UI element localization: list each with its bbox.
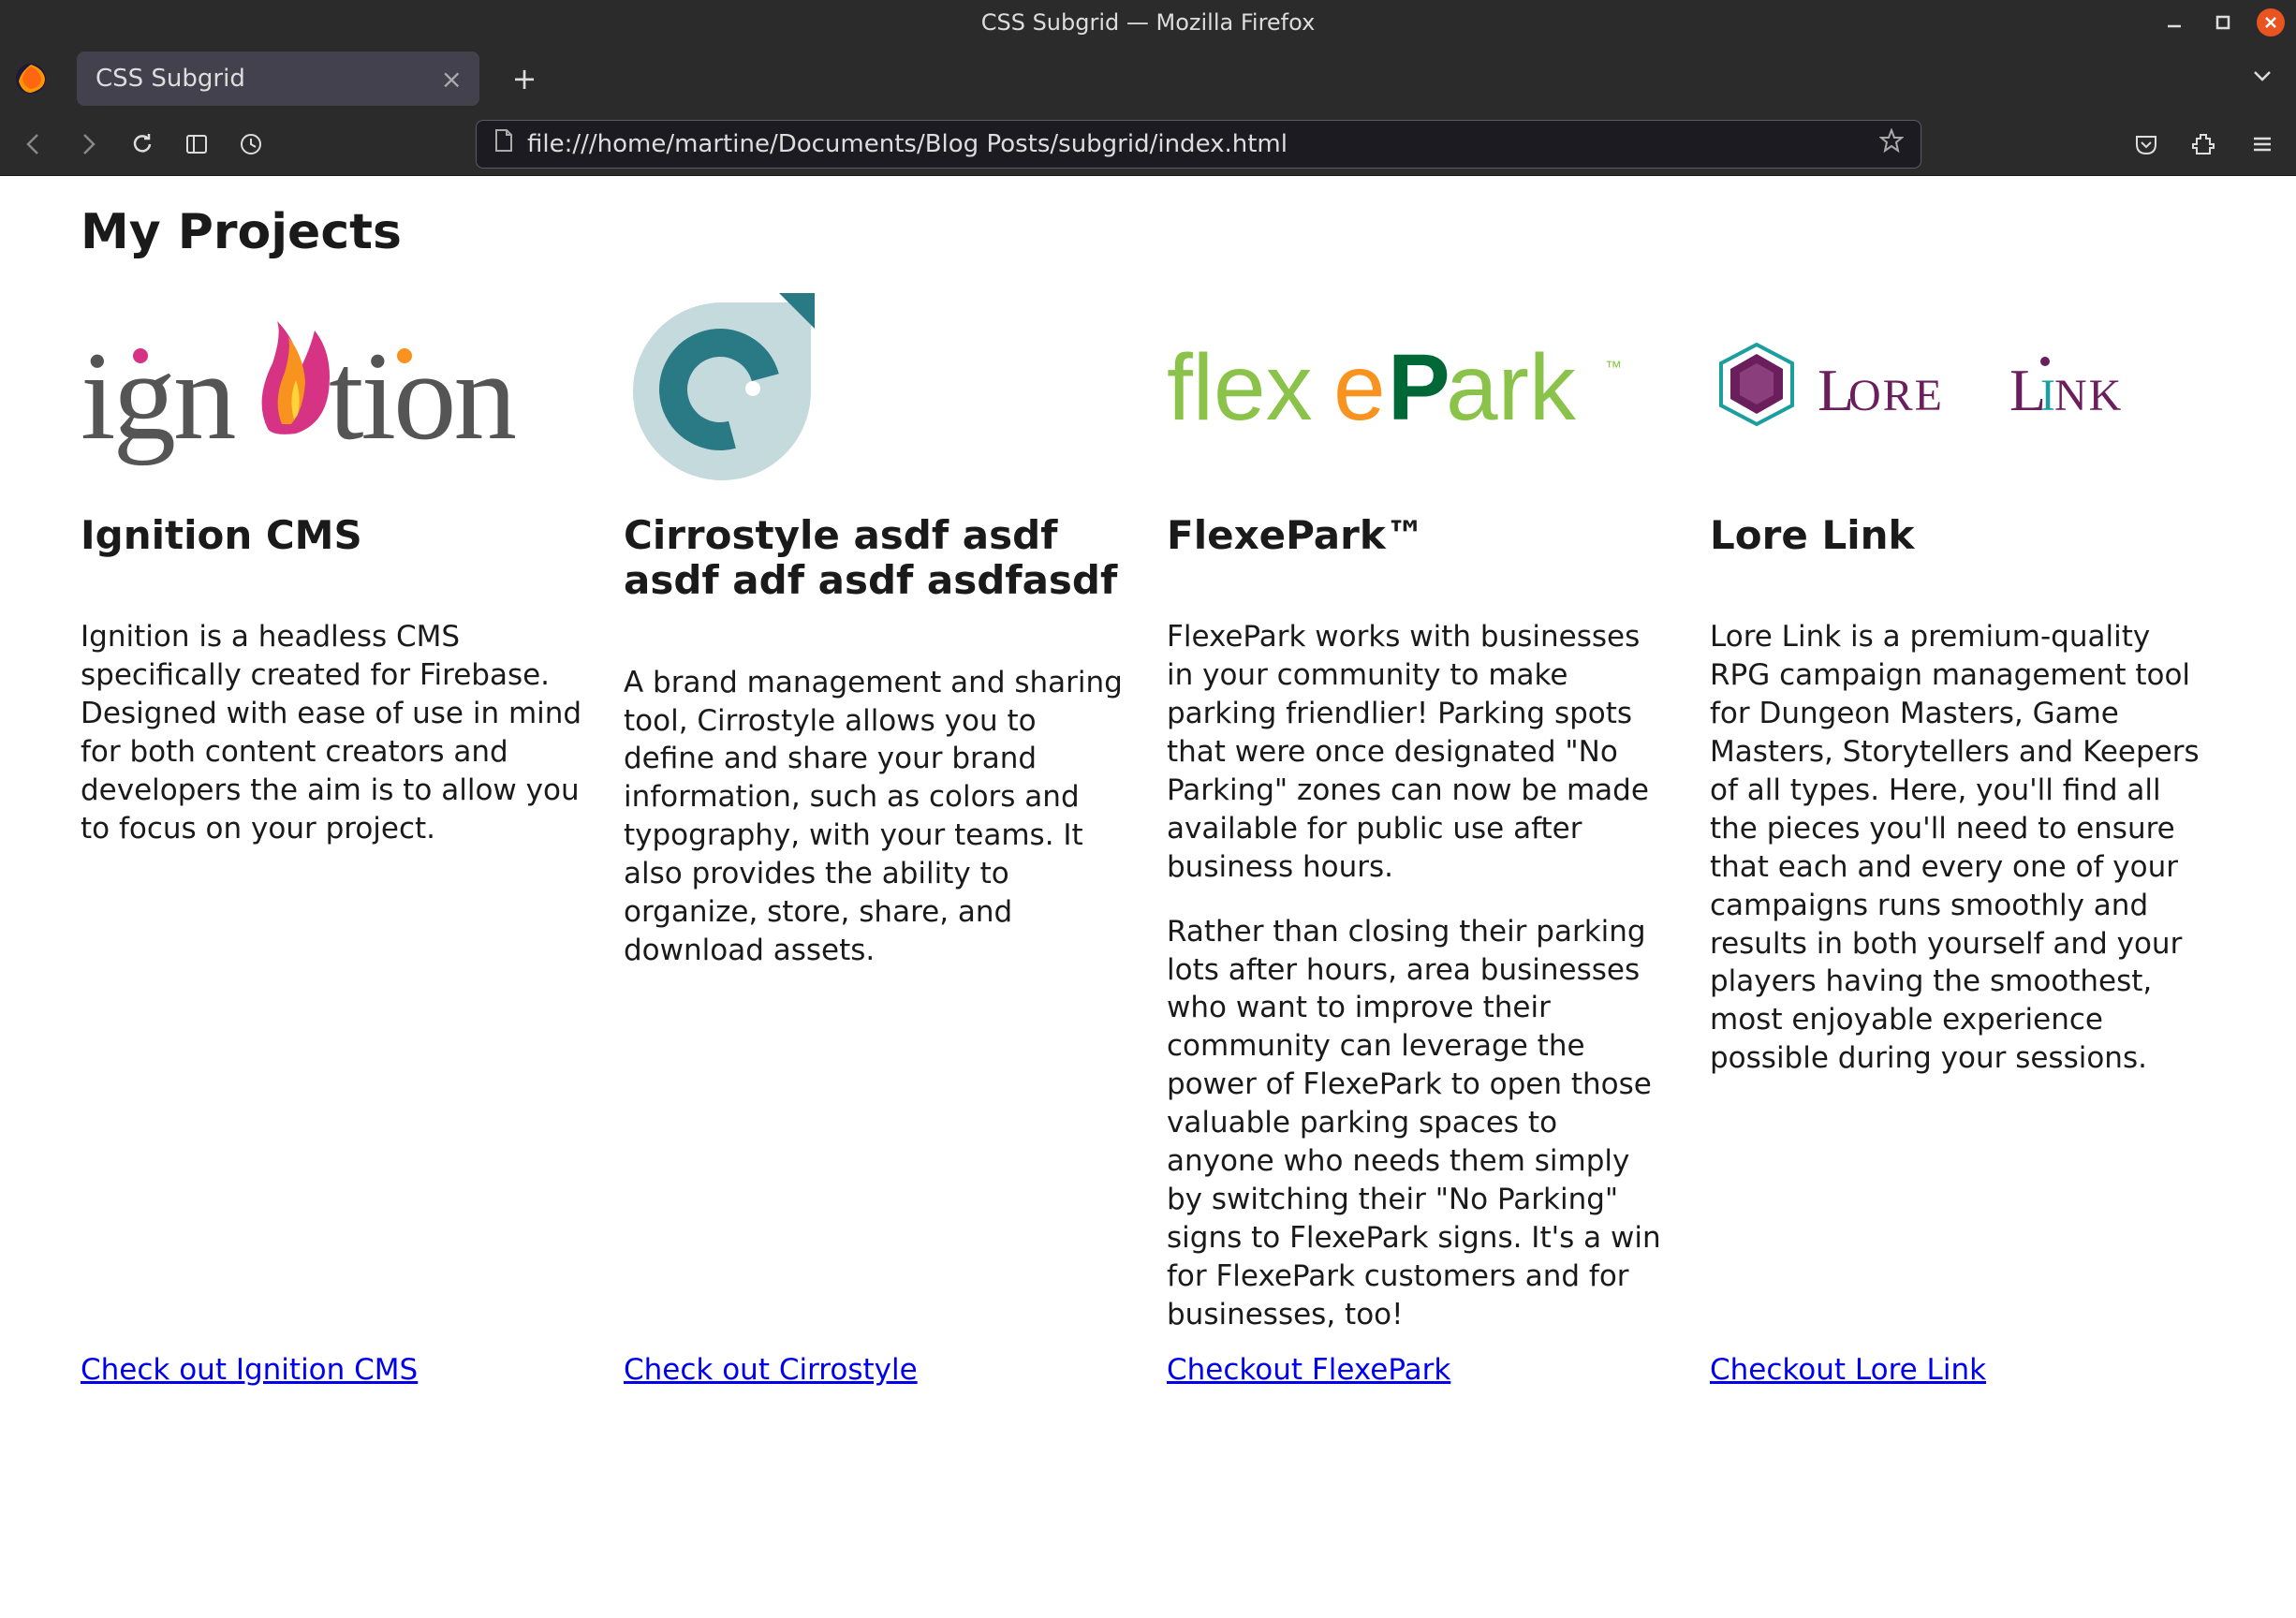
cirrostyle-logo bbox=[624, 288, 1129, 494]
svg-text:ign: ign bbox=[81, 327, 235, 466]
project-description: FlexePark works with businesses in your … bbox=[1167, 577, 1672, 1333]
svg-text:flex: flex bbox=[1167, 335, 1313, 440]
project-title: Lore Link bbox=[1710, 513, 2215, 558]
app-menu-button[interactable] bbox=[2245, 127, 2279, 161]
project-title: Ignition CMS bbox=[81, 513, 586, 558]
project-link-cirrostyle[interactable]: Check out Cirrostyle bbox=[624, 1353, 1129, 1387]
close-button[interactable] bbox=[2257, 8, 2285, 37]
project-card-lorelink: L ORE L I NK Lore Link Lore Link is a pr… bbox=[1710, 288, 2215, 1387]
svg-text:NK: NK bbox=[2054, 371, 2123, 420]
project-card-cirrostyle: Cirrostyle asdf asdf asdf adf asdf asdfa… bbox=[624, 288, 1129, 1387]
toolbar-right bbox=[2129, 127, 2279, 161]
browser-tab[interactable]: CSS Subgrid × bbox=[77, 51, 479, 106]
file-icon bbox=[493, 128, 514, 159]
project-link-ignition[interactable]: Check out Ignition CMS bbox=[81, 1353, 586, 1387]
project-title: Cirrostyle asdf asdf asdf adf asdf asdfa… bbox=[624, 513, 1129, 604]
svg-text:™: ™ bbox=[1605, 358, 1622, 376]
project-card-ignition: ign tion Ignition CMS Ignition is a head… bbox=[81, 288, 586, 1387]
svg-text:ark: ark bbox=[1446, 335, 1577, 440]
ignition-logo: ign tion bbox=[81, 288, 586, 494]
window-controls bbox=[2159, 7, 2285, 37]
svg-text:ORE: ORE bbox=[1848, 371, 1944, 420]
svg-text:I: I bbox=[2040, 371, 2055, 420]
tab-bar: CSS Subgrid × + bbox=[0, 45, 2296, 112]
tab-title: CSS Subgrid bbox=[96, 65, 245, 93]
list-tabs-button[interactable] bbox=[2251, 65, 2274, 94]
maximize-button[interactable] bbox=[2208, 7, 2238, 37]
svg-text:tion: tion bbox=[329, 327, 516, 466]
svg-text:P: P bbox=[1388, 335, 1450, 440]
forward-button[interactable] bbox=[71, 127, 105, 161]
bookmark-star-icon[interactable] bbox=[1879, 128, 1904, 159]
history-button[interactable] bbox=[234, 127, 268, 161]
project-title: FlexePark™ bbox=[1167, 513, 1672, 558]
flexepark-logo: flex e P ark ™ bbox=[1167, 288, 1672, 494]
pocket-button[interactable] bbox=[2129, 127, 2163, 161]
url-text: file:///home/martine/Documents/Blog Post… bbox=[527, 130, 1866, 158]
tab-close-icon[interactable]: × bbox=[441, 64, 463, 95]
browser-toolbar: file:///home/martine/Documents/Blog Post… bbox=[0, 112, 2296, 176]
minimize-button[interactable] bbox=[2159, 7, 2189, 37]
window-titlebar: CSS Subgrid — Mozilla Firefox bbox=[0, 0, 2296, 45]
extensions-button[interactable] bbox=[2187, 127, 2221, 161]
firefox-icon[interactable] bbox=[13, 61, 49, 96]
page-content: My Projects ign tion Ignition CMS Igniti… bbox=[0, 176, 2296, 1618]
url-bar[interactable]: file:///home/martine/Documents/Blog Post… bbox=[476, 120, 1921, 169]
project-link-flexepark[interactable]: Checkout FlexePark bbox=[1167, 1353, 1672, 1387]
project-description: Lore Link is a premium-quality RPG campa… bbox=[1710, 577, 2215, 1333]
projects-grid: ign tion Ignition CMS Ignition is a head… bbox=[81, 288, 2215, 1387]
project-description: Ignition is a headless CMS specifically … bbox=[81, 577, 586, 1333]
svg-text:e: e bbox=[1333, 335, 1386, 440]
lorelink-logo: L ORE L I NK bbox=[1710, 288, 2215, 494]
project-card-flexepark: flex e P ark ™ FlexePark™ FlexePark work… bbox=[1167, 288, 1672, 1387]
new-tab-button[interactable]: + bbox=[506, 60, 543, 97]
page-heading: My Projects bbox=[81, 204, 2215, 260]
project-description: A brand management and sharing tool, Cir… bbox=[624, 623, 1129, 1334]
back-button[interactable] bbox=[17, 127, 51, 161]
reload-button[interactable] bbox=[125, 127, 159, 161]
sidebar-button[interactable] bbox=[180, 127, 213, 161]
project-link-lorelink[interactable]: Checkout Lore Link bbox=[1710, 1353, 2215, 1387]
window-title: CSS Subgrid — Mozilla Firefox bbox=[981, 9, 1316, 36]
